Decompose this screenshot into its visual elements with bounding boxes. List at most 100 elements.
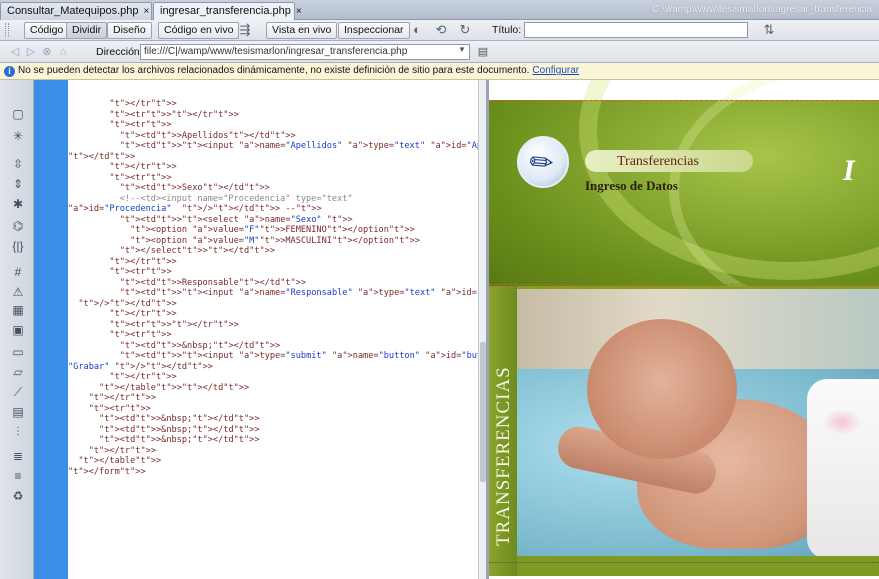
code-line[interactable]: 55 "t"></tr"t">> <box>68 393 478 404</box>
code-line[interactable]: 36 "t"></tr"t">> <box>68 162 478 173</box>
code-view-button[interactable]: Código <box>24 22 70 39</box>
code-line[interactable]: 62"t"></form"t">> <box>68 467 478 478</box>
code-line[interactable]: 44 "t"></tr"t">> <box>68 257 478 268</box>
code-line[interactable]: 35 "t"><td"t">>"t"><input "a">name="Apel… <box>68 141 478 152</box>
syntax-coloring-icon[interactable]: ▦ <box>10 302 26 318</box>
check-browser-compat-icon[interactable]: ⇶ <box>236 23 254 38</box>
recent-snippets-icon[interactable]: ▤ <box>10 404 26 420</box>
format-source-icon[interactable]: ♻ <box>10 488 26 504</box>
open-documents-icon[interactable]: ▢ <box>10 106 26 122</box>
move-css-icon[interactable]: ⫶ <box>10 424 26 440</box>
code-text: "t"><td"t">>"t"><input "a">name="Apellid… <box>119 141 478 151</box>
chevron-down-icon[interactable]: ▼ <box>458 45 466 54</box>
apply-comment-icon[interactable]: ▭ <box>10 344 26 360</box>
live-code-button[interactable]: Código en vivo <box>158 22 240 39</box>
file-management-icon[interactable]: ⇅ <box>760 23 778 38</box>
code-line[interactable]: 54 "t"></table"t">>"t"></td"t">> <box>68 383 478 394</box>
expand-all-icon[interactable]: ✱ <box>10 196 26 212</box>
code-text: "t"><td"t">>&nbsp;"t"></td"t">> <box>119 340 281 351</box>
code-line[interactable]: 32 "t"><tr"t">>"t"></tr"t">> <box>68 110 478 121</box>
inspect-button[interactable]: Inspeccionar <box>338 22 410 39</box>
highlight-invalid-code-icon[interactable]: ⚠ <box>10 284 26 300</box>
line-numbers-icon[interactable]: # <box>10 264 26 280</box>
code-line[interactable]: 45 "t"><tr"t">> <box>68 267 478 278</box>
code-line[interactable]: 38 "t"><td"t">>Sexo"t"></td"t">> <box>68 183 478 194</box>
indent-code-icon[interactable]: ≣ <box>10 448 26 464</box>
code-line[interactable]: 34 "t"><td"t">>Apellidos"t"></td"t">> <box>68 131 478 142</box>
code-line[interactable]: 42 "t"><option "a">value="M""t">>MASCULI… <box>68 236 478 247</box>
code-line[interactable]: 47 "t"><td"t">>"t"><input "a">name="Resp… <box>68 288 478 299</box>
code-line[interactable]: 41 "t"><option "a">value="F""t">>FEMENIN… <box>68 225 478 236</box>
code-line[interactable]: 56 "t"><tr"t">> <box>68 404 478 415</box>
live-view-button[interactable]: Vista en vivo <box>266 22 338 39</box>
design-view-button[interactable]: Diseño <box>107 22 152 39</box>
close-icon[interactable]: × <box>143 6 149 17</box>
outdent-code-icon[interactable]: ≡ <box>10 468 26 484</box>
browser-preview-icon[interactable]: ◐ <box>408 23 426 38</box>
tab-consultar-matequipos[interactable]: Consultar_Matequipos.php × <box>0 2 152 20</box>
tab-ingresar-transferencia[interactable]: ingresar_transferencia.php × <box>153 2 302 20</box>
code-text: "t"><option "a">value="M""t">>MASCULINI"… <box>130 235 420 246</box>
code-text: "t"></table"t">>"t"></td"t">> <box>99 382 250 393</box>
code-text: "t"></td"t">> <box>68 151 136 162</box>
code-scrollbar[interactable] <box>478 80 486 579</box>
code-line[interactable]: 40 "t"><td"t">>"t"><select "a">name="Sex… <box>68 215 478 226</box>
photo-diaper <box>807 379 879 556</box>
code-text: <!--<td><input name="Procedencia" type="… <box>68 193 353 204</box>
collapse-selection-icon[interactable]: ⇕ <box>10 176 26 192</box>
line-number-gutter <box>34 80 68 579</box>
balance-braces-icon[interactable]: {|} <box>10 238 26 254</box>
forward-icon[interactable]: ▷ <box>24 45 38 59</box>
code-line[interactable]: 52 "t"><td"t">>"t"><input "a">type="subm… <box>68 351 478 362</box>
code-line[interactable]: 58 "t"><td"t">>&nbsp;"t"></td"t">> <box>68 425 478 436</box>
code-line[interactable]: 37 "t"><tr"t">> <box>68 173 478 184</box>
code-text: "t"><td"t">>&nbsp;"t"></td"t">> <box>99 435 260 445</box>
code-line[interactable]: 51 "t"><td"t">>&nbsp;"t"></td"t">> <box>68 341 478 352</box>
code-line[interactable]: 46 "t"><td"t">>Responsable"t"></td"t">> <box>68 278 478 289</box>
code-text: "t"><td"t">>&nbsp;"t"></td"t">> <box>99 424 260 435</box>
close-icon[interactable]: × <box>296 6 302 17</box>
code-text: "t"></form"t">> <box>68 466 146 477</box>
toolbar-grip[interactable] <box>5 23 9 37</box>
collapse-full-tag-icon[interactable]: ⇳ <box>10 156 26 172</box>
code-line[interactable]: 43 "t"></select"t">>"t"></td"t">> <box>68 246 478 257</box>
auto-indent-icon[interactable]: ▣ <box>10 322 26 338</box>
select-parent-tag-icon[interactable]: ⌬ <box>10 218 26 234</box>
code-line[interactable]: 53 "t"></tr"t">> <box>68 372 478 383</box>
code-text: "t"></tr"t">> <box>109 256 177 267</box>
pen-logo: ✎ <box>517 136 569 188</box>
configure-link[interactable]: Configurar <box>532 65 579 76</box>
design-view[interactable]: ✎ Transferencias Ingreso de Datos I TRAN… <box>489 80 879 579</box>
remove-comment-icon[interactable]: ▱ <box>10 364 26 380</box>
code-line[interactable]: "a">id="Procedencia" "t">/>"t"></td"t">>… <box>68 204 478 215</box>
refresh-design-icon[interactable]: ⟲ <box>432 23 450 38</box>
title-input[interactable] <box>524 22 748 38</box>
code-editor[interactable]: 31 "t"></tr"t">>32 "t"><tr"t">>"t"></tr"… <box>68 80 478 579</box>
code-line[interactable]: 33 "t"><tr"t">> <box>68 120 478 131</box>
show-code-navigator-icon[interactable]: ✳ <box>10 128 26 144</box>
split-view-button[interactable]: Dividir <box>66 22 108 39</box>
code-line[interactable]: "Grabar" "t">/>"t"></td"t">> <box>68 362 478 373</box>
code-line[interactable]: 61 "t"></table"t">> <box>68 456 478 467</box>
code-line[interactable]: 59 "t"><td"t">>&nbsp;"t"></td"t">> <box>68 435 478 446</box>
code-line[interactable]: 49 "t"><tr"t">>"t"></tr"t">> <box>68 320 478 331</box>
document-tab-bar: Consultar_Matequipos.php × ingresar_trans… <box>0 0 879 20</box>
code-line[interactable]: 39 <!--<td><input name="Procedencia" typ… <box>68 194 478 205</box>
code-line[interactable]: "t"></td"t">> <box>68 152 478 163</box>
back-icon[interactable]: ◁ <box>8 45 22 59</box>
reload-icon[interactable]: ↻ <box>456 23 474 38</box>
code-line[interactable]: 31 "t"></tr"t">> <box>68 99 478 110</box>
home-icon[interactable]: ⌂ <box>56 45 70 59</box>
address-input[interactable]: file:///C|/wamp/www/tesismarlon/ingresar… <box>140 44 470 60</box>
stop-icon[interactable]: ⊗ <box>40 45 54 59</box>
wrap-tag-icon[interactable]: ⟋ <box>10 384 26 400</box>
code-line[interactable]: 60 "t"></tr"t">> <box>68 446 478 457</box>
code-text: "t"><tr"t">> <box>109 120 172 130</box>
code-line[interactable]: 57 "t"><td"t">>&nbsp;"t"></td"t">> <box>68 414 478 425</box>
code-line[interactable]: 48 "t"></tr"t">> <box>68 309 478 320</box>
view-options-icon[interactable]: ▤ <box>476 45 490 59</box>
pen-icon: ✎ <box>522 143 561 182</box>
code-line[interactable]: 50 "t"><tr"t">> <box>68 330 478 341</box>
code-line[interactable]: "t">/>"t"></td"t">> <box>68 299 478 310</box>
code-text: "t"><tr"t">>"t"></tr"t">> <box>109 319 239 330</box>
